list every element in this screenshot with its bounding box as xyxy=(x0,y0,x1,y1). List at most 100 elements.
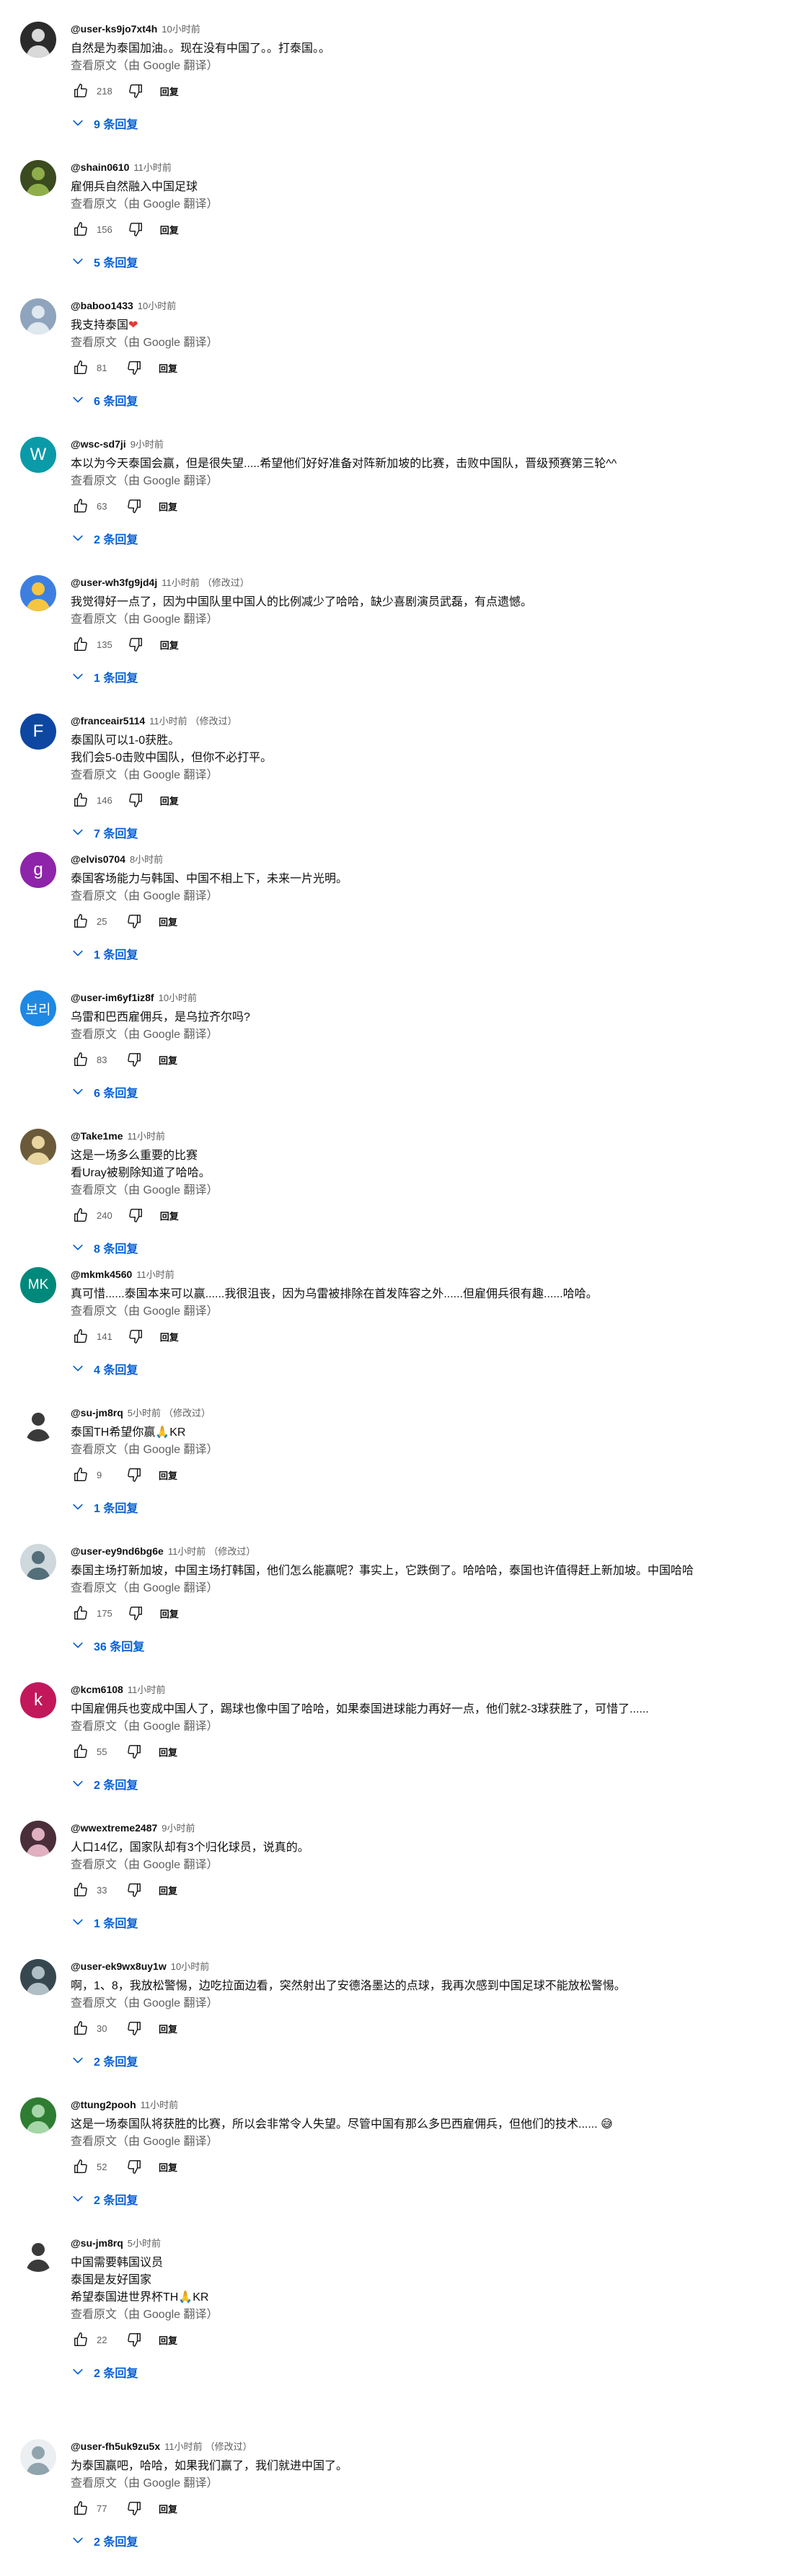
view-replies-button[interactable]: 6 条回复 xyxy=(66,389,790,411)
timestamp[interactable]: 11小时前 xyxy=(162,577,200,588)
dislike-button[interactable] xyxy=(124,2018,144,2038)
see-original-link[interactable]: 查看原文（由 Google 翻译） xyxy=(71,1442,790,1459)
see-original-link[interactable]: 查看原文（由 Google 翻译） xyxy=(71,334,790,352)
view-replies-button[interactable]: 2 条回复 xyxy=(66,2188,790,2210)
dislike-button[interactable] xyxy=(125,1326,146,1346)
avatar[interactable]: MK xyxy=(20,1267,56,1303)
author-name[interactable]: @user-ks9jo7xt4h xyxy=(71,23,157,35)
author-name[interactable]: @user-im6yf1iz8f xyxy=(71,992,154,1003)
timestamp[interactable]: 10小时前 xyxy=(162,24,200,35)
reply-button[interactable]: 回复 xyxy=(159,361,177,375)
view-replies-button[interactable]: 8 条回复 xyxy=(66,1237,790,1258)
view-replies-button[interactable]: 2 条回复 xyxy=(66,2050,790,2071)
like-button[interactable] xyxy=(71,634,91,654)
reply-button[interactable]: 回复 xyxy=(160,1330,179,1343)
see-original-link[interactable]: 查看原文（由 Google 翻译） xyxy=(71,196,790,213)
like-button[interactable] xyxy=(71,219,91,239)
dislike-button[interactable] xyxy=(124,1880,144,1900)
dislike-button[interactable] xyxy=(124,2329,144,2350)
timestamp[interactable]: 11小时前 xyxy=(168,1546,206,1557)
like-button[interactable] xyxy=(71,1326,91,1346)
avatar[interactable] xyxy=(20,575,56,611)
like-button[interactable] xyxy=(71,2157,91,2177)
see-original-link[interactable]: 查看原文（由 Google 翻译） xyxy=(71,611,790,629)
author-name[interactable]: @Take1me xyxy=(71,1130,123,1142)
reply-button[interactable]: 回复 xyxy=(160,223,179,236)
reply-button[interactable]: 回复 xyxy=(160,1209,179,1222)
see-original-link[interactable]: 查看原文（由 Google 翻译） xyxy=(71,888,790,905)
avatar[interactable] xyxy=(20,1959,56,1995)
reply-button[interactable]: 回复 xyxy=(159,499,177,513)
view-replies-button[interactable]: 36 条回复 xyxy=(66,1635,790,1656)
avatar[interactable] xyxy=(20,1544,56,1580)
author-name[interactable]: @baboo1433 xyxy=(71,300,133,311)
timestamp[interactable]: 8小时前 xyxy=(130,854,163,865)
timestamp[interactable]: 11小时前 xyxy=(164,2441,203,2452)
reply-button[interactable]: 回复 xyxy=(159,1883,177,1897)
author-name[interactable]: @wwextreme2487 xyxy=(71,1822,157,1834)
author-name[interactable]: @user-wh3fg9jd4j xyxy=(71,577,157,588)
avatar[interactable] xyxy=(20,2097,56,2133)
dislike-button[interactable] xyxy=(125,1205,146,1225)
view-replies-button[interactable]: 2 条回复 xyxy=(66,528,790,549)
avatar[interactable] xyxy=(20,298,56,334)
timestamp[interactable]: 11小时前 xyxy=(136,1269,175,1280)
reply-button[interactable]: 回复 xyxy=(159,915,177,928)
author-name[interactable]: @wsc-sd7ji xyxy=(71,438,126,450)
like-button[interactable] xyxy=(71,1205,91,1225)
like-button[interactable] xyxy=(71,81,91,101)
author-name[interactable]: @kcm6108 xyxy=(71,1684,123,1695)
see-original-link[interactable]: 查看原文（由 Google 翻译） xyxy=(71,1718,790,1736)
avatar[interactable] xyxy=(20,160,56,196)
dislike-button[interactable] xyxy=(124,1741,144,1762)
avatar[interactable] xyxy=(20,22,56,58)
reply-button[interactable]: 回复 xyxy=(160,638,179,652)
dislike-button[interactable] xyxy=(124,2157,144,2177)
timestamp[interactable]: 11小时前 xyxy=(128,1131,166,1142)
reply-button[interactable]: 回复 xyxy=(159,1053,177,1067)
author-name[interactable]: @mkmk4560 xyxy=(71,1269,132,1280)
see-original-link[interactable]: 查看原文（由 Google 翻译） xyxy=(71,1857,790,1874)
dislike-button[interactable] xyxy=(125,1603,146,1623)
reply-button[interactable]: 回复 xyxy=(159,2333,177,2347)
avatar[interactable]: k xyxy=(20,1682,56,1718)
view-replies-button[interactable]: 2 条回复 xyxy=(66,1773,790,1795)
see-original-link[interactable]: 查看原文（由 Google 翻译） xyxy=(71,1580,790,1597)
view-replies-button[interactable]: 1 条回复 xyxy=(66,1496,790,1518)
view-replies-button[interactable]: 1 条回复 xyxy=(66,666,790,688)
like-button[interactable] xyxy=(71,1741,91,1762)
like-button[interactable] xyxy=(71,1049,91,1070)
like-button[interactable] xyxy=(71,2018,91,2038)
view-replies-button[interactable]: 2 条回复 xyxy=(66,2530,790,2551)
timestamp[interactable]: 11小时前 xyxy=(141,2100,179,2110)
timestamp[interactable]: 10小时前 xyxy=(171,1961,209,1972)
view-replies-button[interactable]: 7 条回复 xyxy=(66,822,790,843)
author-name[interactable]: @user-ey9nd6bg6e xyxy=(71,1545,164,1557)
see-original-link[interactable]: 查看原文（由 Google 翻译） xyxy=(71,1995,790,2012)
see-original-link[interactable]: 查看原文（由 Google 翻译） xyxy=(71,767,790,784)
see-original-link[interactable]: 查看原文（由 Google 翻译） xyxy=(71,473,790,490)
author-name[interactable]: @elvis0704 xyxy=(71,853,125,865)
avatar[interactable]: W xyxy=(20,437,56,473)
like-button[interactable] xyxy=(71,496,91,516)
timestamp[interactable]: 11小时前 xyxy=(128,1684,166,1695)
see-original-link[interactable]: 查看原文（由 Google 翻译） xyxy=(71,2475,790,2492)
view-replies-button[interactable]: 9 条回复 xyxy=(66,112,790,134)
like-button[interactable] xyxy=(71,1880,91,1900)
reply-button[interactable]: 回复 xyxy=(159,2022,177,2035)
see-original-link[interactable]: 查看原文（由 Google 翻译） xyxy=(71,2133,790,2151)
see-original-link[interactable]: 查看原文（由 Google 翻译） xyxy=(71,58,790,75)
dislike-button[interactable] xyxy=(124,1049,144,1070)
avatar[interactable] xyxy=(20,2236,56,2272)
reply-button[interactable]: 回复 xyxy=(159,2160,177,2174)
like-button[interactable] xyxy=(71,790,91,810)
avatar[interactable] xyxy=(20,2439,56,2475)
timestamp[interactable]: 9小时前 xyxy=(162,1823,195,1834)
view-replies-button[interactable]: 2 条回复 xyxy=(66,2361,790,2383)
reply-button[interactable]: 回复 xyxy=(159,1468,177,1482)
like-button[interactable] xyxy=(71,357,91,378)
dislike-button[interactable] xyxy=(124,496,144,516)
like-button[interactable] xyxy=(71,2498,91,2518)
view-replies-button[interactable]: 4 条回复 xyxy=(66,1358,790,1380)
author-name[interactable]: @su-jm8rq xyxy=(71,1407,123,1418)
